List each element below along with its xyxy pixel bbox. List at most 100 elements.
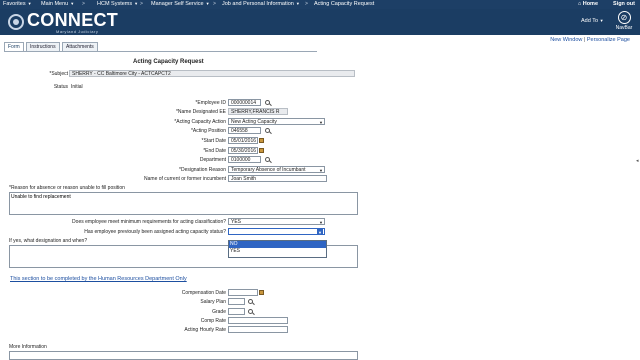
app-logo: CONNECT — [27, 10, 119, 30]
breadcrumb-acting-capacity-request[interactable]: Acting Capacity Request — [314, 1, 374, 7]
logo-subtitle: Maryland Judiciary — [56, 29, 99, 34]
home-link[interactable]: ⌂ Home — [578, 1, 598, 7]
search-icon[interactable] — [248, 309, 254, 315]
select-value: New Acting Capacity — [231, 119, 277, 125]
breadcrumb-job-personal-info[interactable]: Job and Personal Information ▼ — [222, 1, 300, 7]
designation-reason-label: *Designation Reason — [179, 167, 226, 173]
home-icon: ⌂ — [577, 1, 582, 7]
end-date-label: *End Date — [203, 148, 226, 154]
department-field[interactable]: 0100000 — [228, 156, 261, 163]
chevron-down-icon: ▼ — [317, 229, 323, 235]
name-designated-label: *Name Designated EE — [175, 109, 226, 115]
if-yes-label: If yes, what designation and when? — [9, 238, 88, 244]
salary-plan-field[interactable] — [228, 298, 245, 305]
breadcrumb-separator-icon: > — [305, 1, 308, 7]
add-to-menu[interactable]: Add To ▼ — [581, 18, 604, 24]
acting-hourly-rate-label: Acting Hourly Rate — [184, 327, 226, 333]
grade-field[interactable] — [228, 308, 245, 315]
acting-capacity-action-select[interactable]: New Acting Capacity ▼ — [228, 118, 325, 125]
subject-field[interactable]: SHERRY - CC Baltimore City - ACTCAPCT2 — [69, 70, 355, 77]
tab-divider — [4, 51, 317, 52]
chevron-down-icon: ▼ — [205, 1, 210, 6]
add-to-label: Add To — [581, 18, 599, 24]
breadcrumb-hcm-systems[interactable]: HCM Systems ▼ — [97, 1, 138, 7]
previous-acting-select[interactable]: ▼ — [228, 228, 325, 235]
scroll-handle-icon[interactable]: ◂ — [636, 158, 640, 164]
previous-acting-dropdown[interactable]: NO YES — [228, 240, 327, 258]
employee-id-field[interactable]: 000000014 — [228, 99, 261, 106]
connect-logo-icon — [8, 14, 24, 30]
comp-rate-field[interactable] — [228, 317, 288, 324]
status-label: Status — [53, 84, 68, 90]
incumbent-field[interactable]: Joan Smith — [228, 175, 327, 182]
grade-label: Grade — [212, 309, 226, 315]
compensation-date-field[interactable] — [228, 289, 258, 296]
absence-reason-textarea[interactable]: Unable to find replacement — [9, 192, 358, 215]
designation-reason-select[interactable]: Temporary Absence of Incumbant ▼ — [228, 166, 325, 173]
compass-icon: ⊘ — [617, 11, 631, 24]
calendar-icon[interactable] — [259, 148, 264, 153]
end-date-field[interactable]: 05/30/2016 — [228, 147, 258, 154]
min-requirements-select[interactable]: YES ▼ — [228, 218, 325, 225]
breadcrumb-label: HCM Systems — [97, 1, 133, 7]
chevron-down-icon: ▼ — [599, 18, 604, 23]
breadcrumb-label: Job and Personal Information — [222, 1, 294, 7]
status-value: Initial — [71, 84, 83, 90]
acting-position-label: *Acting Position — [190, 128, 226, 134]
top-navigation-bar: Favorites ▼ Main Menu ▼ > HCM Systems ▼ > M… — [0, 0, 640, 9]
comp-rate-label: Comp Rate — [200, 318, 226, 324]
calendar-icon[interactable] — [259, 138, 264, 143]
chevron-down-icon: ▼ — [319, 120, 323, 125]
chevron-down-icon: ▼ — [319, 168, 323, 173]
department-label: Department — [199, 157, 226, 163]
select-value: YES — [231, 219, 242, 225]
navbar-label: NavBar — [615, 25, 633, 31]
new-window-link[interactable]: New Window — [550, 37, 582, 43]
calendar-icon[interactable] — [259, 290, 264, 295]
absence-reason-label: *Reason for absence or reason unable to … — [9, 185, 125, 191]
acting-capacity-action-label: *Acting Capacity Action — [174, 119, 226, 125]
main-menu-label: Main Menu — [41, 1, 69, 7]
search-icon[interactable] — [248, 299, 254, 305]
min-requirements-label: Does employee meet minimum requirements … — [72, 219, 226, 225]
personalize-page-link[interactable]: Personalize Page — [587, 37, 630, 43]
more-information-label: More Information — [9, 344, 47, 350]
dropdown-option-no[interactable]: NO — [229, 241, 326, 248]
start-date-field[interactable]: 05/01/2016 — [228, 137, 258, 144]
name-designated-field: SHERRY,FRANCIS R — [228, 108, 288, 115]
acting-hourly-rate-field[interactable] — [228, 326, 288, 333]
chevron-down-icon: ▼ — [70, 1, 75, 6]
breadcrumb-separator-icon: > — [213, 1, 216, 7]
chevron-down-icon: ▼ — [27, 1, 32, 6]
page-links: New Window | Personalize Page — [550, 37, 630, 43]
home-label: Home — [582, 1, 598, 7]
chevron-down-icon: ▼ — [295, 1, 300, 6]
compensation-date-label: Compensation Date — [181, 290, 226, 296]
sign-out-link[interactable]: Sign out — [613, 1, 635, 7]
chevron-down-icon: ▼ — [134, 1, 139, 6]
chevron-down-icon: ▼ — [319, 220, 323, 225]
breadcrumb-label: Manager Self Service — [151, 1, 204, 7]
incumbent-label: Name of current or former incumbent — [144, 176, 226, 182]
link-divider: | — [583, 37, 586, 43]
subject-label: *Subject — [49, 71, 68, 77]
breadcrumb-manager-self-service[interactable]: Manager Self Service ▼ — [151, 1, 210, 7]
more-information-textarea[interactable] — [9, 351, 358, 360]
select-value: Temporary Absence of Incumbant — [231, 167, 306, 173]
header-banner: CONNECT Maryland Judiciary Add To ▼ ⊘ Na… — [0, 9, 640, 35]
favorites-menu[interactable]: Favorites ▼ — [3, 1, 32, 7]
search-icon[interactable] — [265, 100, 271, 106]
employee-id-label: *Employee ID — [195, 100, 226, 106]
hr-section-link[interactable]: This section to be completed by the Huma… — [10, 276, 187, 282]
dropdown-option-yes[interactable]: YES — [229, 248, 326, 255]
form-title: Acting Capacity Request — [133, 59, 204, 65]
search-icon[interactable] — [265, 157, 271, 163]
search-icon[interactable] — [265, 128, 271, 134]
start-date-label: *Start Date — [201, 138, 226, 144]
breadcrumb-separator-icon: > — [82, 1, 85, 7]
main-menu[interactable]: Main Menu ▼ — [41, 1, 74, 7]
acting-position-field[interactable]: 046558 — [228, 127, 261, 134]
navbar-button[interactable]: ⊘ NavBar — [612, 11, 636, 31]
favorites-label: Favorites — [3, 1, 26, 7]
previous-acting-label: Has employee previously been assigned ac… — [84, 229, 226, 235]
